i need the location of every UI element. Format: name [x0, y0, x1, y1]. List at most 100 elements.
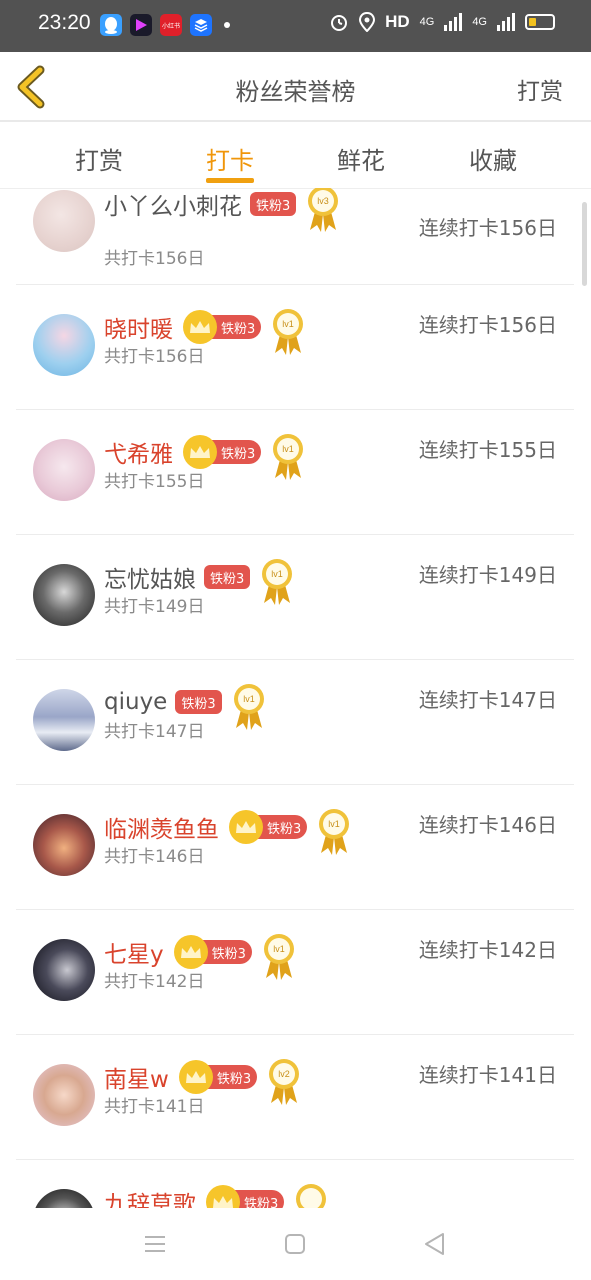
consecutive-checkin-days: 连续打卡147日 — [418, 688, 557, 712]
avatar[interactable] — [33, 1189, 95, 1208]
list-item[interactable]: qiuye 铁粉3 lv1 共打卡147日 连续打卡147日 — [16, 660, 574, 785]
consecutive-checkin-days: 连续打卡156日 — [418, 313, 557, 337]
fan-name[interactable]: 南星w — [104, 1060, 169, 1094]
svg-text:lv1: lv1 — [329, 819, 341, 829]
avatar[interactable] — [33, 314, 95, 376]
total-checkin-days: 共打卡146日 — [104, 847, 205, 867]
fan-name[interactable]: qiuye — [104, 689, 167, 715]
medal-icon — [296, 1184, 327, 1208]
scrollbar[interactable] — [582, 202, 587, 286]
medal-icon: lv1 — [263, 934, 294, 980]
xiaohongshu-icon: 小红书 — [160, 14, 182, 36]
location-icon — [359, 12, 376, 32]
svg-text:lv1: lv1 — [272, 569, 284, 579]
medal-icon: lv1 — [262, 559, 293, 605]
status-bar: 23:20 小红书 HD 4G 4G — [0, 0, 591, 52]
crown-icon — [173, 935, 208, 969]
signal-4g-label-1: 4G — [419, 16, 435, 28]
hd-indicator: HD — [385, 12, 410, 31]
menu-icon[interactable] — [141, 1230, 169, 1258]
list-item[interactable]: 九辞草歌 铁粉3 — [16, 1160, 574, 1208]
fan-name[interactable]: 晓时暖 — [104, 310, 173, 344]
list-item[interactable]: 小丫么小刺花 铁粉3 lv3 共打卡156日 连续打卡156日 — [16, 188, 574, 285]
svg-text:lv1: lv1 — [243, 694, 255, 704]
crown-icon — [206, 1185, 240, 1208]
avatar[interactable] — [33, 190, 95, 252]
medal-icon: lv1 — [233, 684, 264, 730]
crown-icon — [178, 1060, 213, 1094]
total-checkin-days: 共打卡147日 — [104, 722, 205, 742]
total-checkin-days: 共打卡149日 — [104, 597, 205, 617]
consecutive-checkin-days: 连续打卡156日 — [418, 216, 557, 240]
avatar[interactable] — [33, 439, 95, 501]
battery-icon — [525, 14, 555, 30]
signal-icon-2 — [497, 13, 515, 31]
medal-icon: lv2 — [269, 1059, 300, 1105]
fan-name[interactable]: 忘忧姑娘 — [104, 560, 196, 594]
medal-icon: lv1 — [319, 809, 350, 855]
consecutive-checkin-days: 连续打卡149日 — [418, 563, 557, 587]
avatar[interactable] — [33, 814, 95, 876]
tab-reward[interactable]: 打赏 — [59, 141, 139, 176]
system-nav-bar — [0, 1208, 591, 1280]
svg-text:lv2: lv2 — [278, 1069, 290, 1079]
avatar[interactable] — [33, 689, 95, 751]
home-icon[interactable] — [281, 1230, 309, 1258]
svg-text:lv1: lv1 — [273, 944, 285, 954]
fan-name[interactable]: 弋希雅 — [104, 435, 173, 469]
total-checkin-days: 共打卡156日 — [104, 347, 205, 367]
avatar[interactable] — [33, 1064, 95, 1126]
status-right: HD 4G 4G — [329, 12, 555, 32]
fan-name[interactable]: 小丫么小刺花 — [104, 188, 242, 221]
fan-name[interactable]: 七星y — [104, 935, 164, 969]
tab-bar: 打赏 打卡 鲜花 收藏 — [0, 123, 591, 189]
back-triangle-icon[interactable] — [421, 1230, 449, 1258]
consecutive-checkin-days: 连续打卡141日 — [418, 1063, 557, 1087]
crown-icon — [183, 310, 217, 344]
fan-ranking-list[interactable]: 小丫么小刺花 铁粉3 lv3 共打卡156日 连续打卡156日 晓时暖 铁粉3 … — [16, 188, 574, 1208]
consecutive-checkin-days: 连续打卡155日 — [418, 438, 557, 462]
svg-text:lv3: lv3 — [318, 196, 330, 206]
total-checkin-days: 共打卡156日 — [104, 249, 205, 269]
crown-icon — [183, 435, 217, 469]
fan-level-badge: 铁粉3 — [250, 192, 297, 216]
medal-icon: lv1 — [273, 309, 304, 355]
svg-text:lv1: lv1 — [283, 319, 295, 329]
signal-4g-label-2: 4G — [472, 16, 487, 28]
tab-flowers[interactable]: 鲜花 — [321, 141, 401, 176]
notification-icons: 小红书 — [100, 14, 230, 36]
page-title: 粉丝荣誉榜 — [235, 78, 356, 106]
top-app-bar: 粉丝荣誉榜 打赏 — [0, 52, 591, 122]
total-checkin-days: 共打卡142日 — [104, 972, 205, 992]
list-item[interactable]: 七星y 铁粉3 lv1 共打卡142日 连续打卡142日 — [16, 910, 574, 1035]
signal-icon-1 — [444, 13, 463, 31]
list-item[interactable]: 弋希雅 铁粉3 lv1 共打卡155日 连续打卡155日 — [16, 410, 574, 535]
active-tab-indicator — [206, 178, 254, 183]
fan-level-badge: 铁粉3 — [175, 690, 222, 714]
fan-level-badge: 铁粉3 — [204, 565, 251, 589]
layers-app-icon — [190, 14, 212, 36]
consecutive-checkin-days: 连续打卡146日 — [418, 813, 557, 837]
tab-favorites[interactable]: 收藏 — [453, 141, 533, 176]
medal-icon: lv3 — [308, 188, 339, 232]
avatar[interactable] — [33, 939, 95, 1001]
tab-checkin[interactable]: 打卡 — [190, 141, 270, 176]
list-item[interactable]: 临渊羡鱼鱼 铁粉3 lv1 共打卡146日 连续打卡146日 — [16, 785, 574, 910]
total-checkin-days: 共打卡155日 — [104, 472, 205, 492]
video-app-icon — [130, 14, 152, 36]
total-checkin-days: 共打卡141日 — [104, 1097, 205, 1117]
list-item[interactable]: 南星w 铁粉3 lv2 共打卡141日 连续打卡141日 — [16, 1035, 574, 1160]
avatar[interactable] — [33, 564, 95, 626]
consecutive-checkin-days: 连续打卡142日 — [418, 938, 557, 962]
more-notifications-icon — [224, 22, 230, 28]
alarm-icon — [331, 15, 348, 31]
list-item[interactable]: 晓时暖 铁粉3 lv1 共打卡156日 连续打卡156日 — [16, 285, 574, 410]
fan-name[interactable]: 九辞草歌 — [104, 1185, 196, 1208]
list-item[interactable]: 忘忧姑娘 铁粉3 lv1 共打卡149日 连续打卡149日 — [16, 535, 574, 660]
crown-icon — [229, 810, 263, 844]
medal-icon: lv1 — [273, 434, 304, 480]
fan-name[interactable]: 临渊羡鱼鱼 — [104, 810, 219, 844]
reward-button[interactable]: 打赏 — [517, 72, 563, 106]
status-time: 23:20 — [38, 11, 91, 34]
qq-icon — [100, 14, 122, 36]
